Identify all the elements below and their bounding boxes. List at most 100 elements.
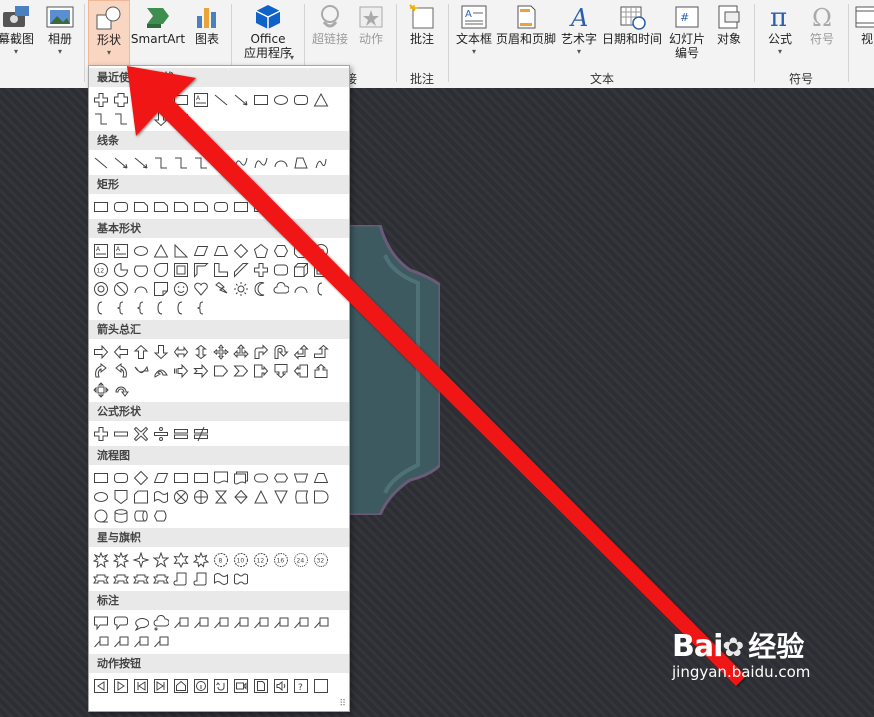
shape-term-icon[interactable]	[253, 470, 269, 486]
shape-rrect-icon[interactable]	[113, 199, 129, 215]
shape-arrow-r-icon[interactable]	[133, 111, 149, 127]
shape-elbow-icon[interactable]	[153, 155, 169, 171]
shape-callout-d-icon[interactable]	[273, 363, 289, 379]
shape-rrect-icon[interactable]	[213, 199, 229, 215]
shape-curve-icon[interactable]	[253, 155, 269, 171]
shape-callout-rect-icon[interactable]	[93, 615, 109, 631]
shape-callout-line-icon[interactable]	[313, 615, 329, 631]
shape-elbow-icon[interactable]	[173, 155, 189, 171]
shape-oval-icon[interactable]	[273, 92, 289, 108]
shape-explosion-icon[interactable]	[113, 552, 129, 568]
shape-manual-icon[interactable]	[293, 470, 309, 486]
shape-doc-icon[interactable]	[213, 470, 229, 486]
shape-rect-icon[interactable]	[173, 470, 189, 486]
shape-cross-icon[interactable]	[113, 92, 129, 108]
shape-curve-r-icon[interactable]	[93, 363, 109, 379]
shape-tape-icon[interactable]	[153, 489, 169, 505]
shape-explosion-icon[interactable]	[93, 552, 109, 568]
shape-hex-icon[interactable]	[273, 243, 289, 259]
shape-arrow-l-icon[interactable]	[113, 344, 129, 360]
shape-callout-rrect-icon[interactable]	[113, 615, 129, 631]
shape-doublewave-icon[interactable]	[233, 571, 249, 587]
shape-arrow-lr-icon[interactable]	[173, 344, 189, 360]
shape-star10-icon[interactable]: 10	[233, 552, 249, 568]
shape-storeddata-icon[interactable]	[293, 489, 309, 505]
shape-act-end-icon[interactable]	[153, 678, 169, 694]
shape-brace-icon[interactable]	[113, 300, 129, 316]
photo-album-button[interactable]: 相册 ▾	[42, 0, 78, 64]
shape-multidoc-icon[interactable]	[233, 470, 249, 486]
shape-curve-icon[interactable]	[213, 155, 229, 171]
shape-brace-icon[interactable]	[193, 300, 209, 316]
shape-snip-icon[interactable]	[133, 199, 149, 215]
shape-rect-icon[interactable]	[253, 199, 269, 215]
shape-diamond-icon[interactable]	[133, 470, 149, 486]
shape-star8-icon[interactable]: 8	[213, 552, 229, 568]
shape-callout-line-icon[interactable]	[153, 634, 169, 650]
shape-bevel-icon[interactable]	[313, 262, 329, 278]
shape-brace-icon[interactable]	[133, 300, 149, 316]
shape-dec-icon[interactable]: 10	[313, 243, 329, 259]
shape-arrow-d-icon[interactable]	[153, 111, 169, 127]
office-addins-button[interactable]: Office 应用程序 ▾	[240, 0, 296, 64]
shape-curve-icon[interactable]	[233, 155, 249, 171]
shape-para-icon[interactable]	[193, 243, 209, 259]
shape-snip-icon[interactable]	[153, 199, 169, 215]
screenshot-button[interactable]: 幕截图 ▾	[0, 0, 38, 64]
shape-ribbon-icon[interactable]	[133, 571, 149, 587]
shape-rrect-icon[interactable]	[293, 92, 309, 108]
shape-act-movie-icon[interactable]	[233, 678, 249, 694]
shape-bolt-icon[interactable]	[213, 281, 229, 297]
shape-curve-u-icon[interactable]	[133, 363, 149, 379]
shape-collate-icon[interactable]	[213, 489, 229, 505]
shape-bracket-icon[interactable]	[153, 300, 169, 316]
shape-rect-icon[interactable]	[133, 92, 149, 108]
shape-donut-icon[interactable]	[93, 281, 109, 297]
shape-halfframe-icon[interactable]	[193, 262, 209, 278]
shape-star6-icon[interactable]	[173, 552, 189, 568]
equation-button[interactable]: π 公式 ▾	[760, 0, 800, 64]
shape-rect-icon[interactable]	[93, 199, 109, 215]
resize-grip-icon[interactable]: ⠿	[339, 699, 346, 709]
shape-rect-icon[interactable]	[173, 92, 189, 108]
shape-line-arrow-icon[interactable]	[113, 155, 129, 171]
shape-chord-icon[interactable]	[133, 262, 149, 278]
shape-frame-icon[interactable]	[173, 262, 189, 278]
shape-scribble-icon[interactable]	[313, 155, 329, 171]
shape-act-begin-icon[interactable]	[133, 678, 149, 694]
date-time-button[interactable]: 日期和时间	[600, 0, 664, 64]
shape-rect-icon[interactable]	[253, 92, 269, 108]
shape-callout-4-icon[interactable]	[93, 382, 109, 398]
shape-ribbon-icon[interactable]	[93, 571, 109, 587]
shape-diamond-icon[interactable]	[233, 243, 249, 259]
shape-act-doc-icon[interactable]	[253, 678, 269, 694]
shape-scroll-icon[interactable]	[173, 571, 189, 587]
shape-rect-icon[interactable]	[173, 111, 189, 127]
shape-star16-icon[interactable]: 16	[273, 552, 289, 568]
shape-sort-icon[interactable]	[233, 489, 249, 505]
shape-callout-line-icon[interactable]	[293, 615, 309, 631]
shape-cube-icon[interactable]	[293, 262, 309, 278]
shape-display-icon[interactable]	[153, 508, 169, 524]
shape-pent-icon[interactable]	[253, 243, 269, 259]
shape-bracket-icon[interactable]	[173, 300, 189, 316]
comment-button[interactable]: 批注	[402, 0, 442, 64]
shape-uturn-icon[interactable]	[273, 344, 289, 360]
shape-offpage-icon[interactable]	[113, 489, 129, 505]
shape-prep-icon[interactable]	[273, 470, 289, 486]
shape-callout-line-icon[interactable]	[233, 615, 249, 631]
shape-callout-l-icon[interactable]	[293, 363, 309, 379]
shape-line-arrow-icon[interactable]	[233, 92, 249, 108]
shape-elbow-icon[interactable]	[113, 111, 129, 127]
shape-text-icon[interactable]: A	[193, 92, 209, 108]
shape-rect-icon[interactable]	[193, 470, 209, 486]
shape-pie-icon[interactable]	[113, 262, 129, 278]
shape-dodec-icon[interactable]: 12	[93, 262, 109, 278]
shape-callout-cloud-icon[interactable]	[153, 615, 169, 631]
chart-button[interactable]: 图表	[190, 0, 224, 64]
shape-act-blank-icon[interactable]	[313, 678, 329, 694]
shape-act-help-icon[interactable]: ?	[293, 678, 309, 694]
shape-smile-icon[interactable]	[173, 281, 189, 297]
smartart-button[interactable]: SmartArt	[130, 0, 186, 64]
shape-trap-icon[interactable]	[213, 243, 229, 259]
